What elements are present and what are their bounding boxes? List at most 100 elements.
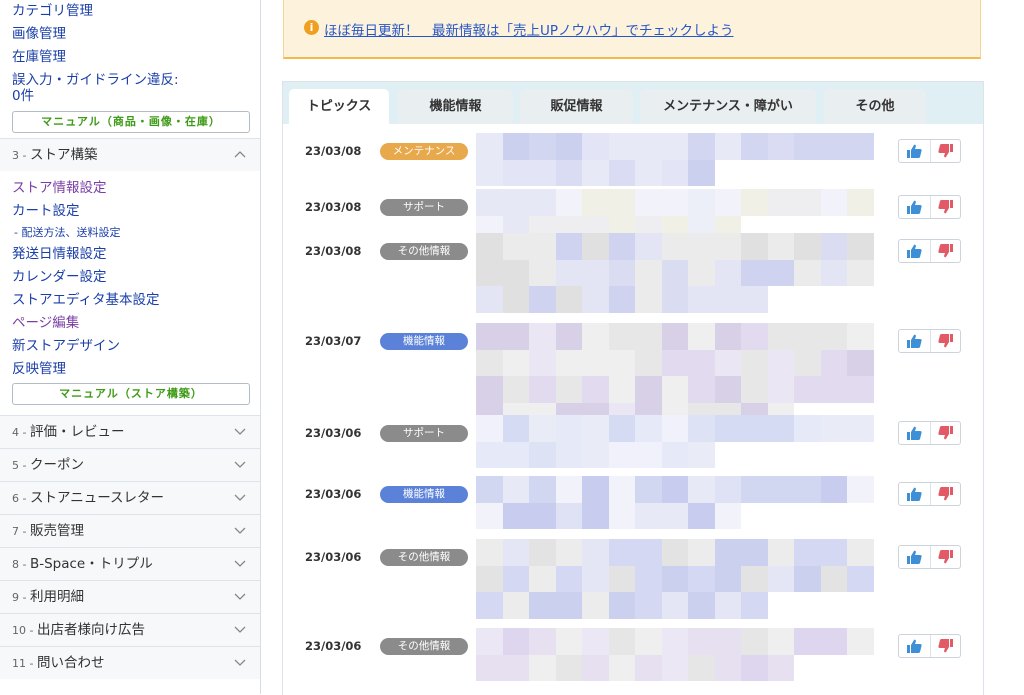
section-header[interactable]: 4 - 評価・レビュー [0,415,260,448]
redacted-pixel [608,133,635,160]
sidebar-item-category[interactable]: カテゴリ管理 [0,0,260,23]
section-label: ストア構築 [29,147,98,163]
redacted-pixel [502,592,529,619]
chevron-down-icon [234,416,248,448]
redacted-pixel [661,502,688,529]
tab-maintenance[interactable]: メンテナンス・障がい [640,89,816,124]
thumbs-up-button[interactable] [899,546,931,568]
redacted-pixel [714,259,741,286]
redacted-pixel [502,376,529,403]
vote-buttons [898,545,961,569]
redacted-pixel [767,415,794,442]
redacted-pixel [635,502,662,529]
redacted-pixel [688,415,715,442]
manual-product-button[interactable]: マニュアル（商品・画像・在庫） [12,111,250,133]
thumbs-up-icon [907,639,922,653]
info-icon: i [304,20,319,35]
redacted-pixel [529,259,556,286]
redacted-pixel [555,441,582,468]
redacted-pixel [476,349,503,376]
sidebar-item-reflect[interactable]: 反映管理 [0,358,260,381]
notice-link[interactable]: ほぼ毎日更新！ 最新情報は「売上UPノウハウ」でチェックしよう [324,19,734,39]
manual-store-button[interactable]: マニュアル（ストア構築） [12,383,250,405]
redacted-pixel [582,189,609,216]
thumbs-down-button[interactable] [930,196,961,218]
redacted-pixel [476,286,503,313]
section-header[interactable]: 5 - クーポン [0,448,260,481]
sidebar-item-ship-date[interactable]: 発送日情報設定 [0,243,260,266]
section-header[interactable]: 9 - 利用明細 [0,580,260,613]
thumbs-down-button[interactable] [930,546,961,568]
section-header[interactable]: 10 - 出店者様向け広告 [0,613,260,646]
redacted-pixel [608,159,635,186]
redacted-pixel [794,415,821,442]
section-header-store[interactable]: 3 - ストア構築 [0,138,260,171]
tab-features[interactable]: 機能情報 [398,89,513,124]
redacted-pixel [502,159,529,186]
redacted-pixel [820,415,847,442]
redacted-pixel [714,565,741,592]
sidebar-item-calendar[interactable]: カレンダー設定 [0,266,260,289]
thumbs-down-button[interactable] [930,240,961,262]
thumbs-up-button[interactable] [899,240,931,262]
thumbs-up-button[interactable] [899,330,931,352]
category-badge: サポート [380,425,468,442]
redacted-pixel [714,654,741,681]
tab-other[interactable]: その他 [824,89,926,124]
redacted-pixel [688,592,715,619]
redacted-pixel [820,476,847,503]
section-header[interactable]: 6 - ストアニュースレター [0,481,260,514]
redacted-pixel [767,654,794,681]
redacted-pixel [635,592,662,619]
thumbs-up-icon [907,244,922,258]
sidebar-item-store-info[interactable]: ストア情報設定 [0,177,260,200]
tab-bar: トピックス 機能情報 販促情報 メンテナンス・障がい その他 [283,82,983,124]
thumbs-down-button[interactable] [930,422,961,444]
redacted-pixel [847,539,874,566]
sidebar-item-shipping[interactable]: - 配送方法、送料設定 [0,223,260,243]
redacted-pixel [476,441,503,468]
sidebar-item-images[interactable]: 画像管理 [0,23,260,46]
thumbs-up-icon [907,550,922,564]
redacted-pixel [608,323,635,350]
thumbs-down-button[interactable] [930,483,961,505]
sidebar-item-stock[interactable]: 在庫管理 [0,46,260,69]
redacted-pixel [502,259,529,286]
section-header[interactable]: 11 - 問い合わせ [0,646,260,679]
section-header[interactable]: 8 - B-Space・トリプル [0,547,260,580]
redacted-pixel [582,441,609,468]
redacted-pixel [688,189,715,216]
news-date: 23/03/06 [305,426,362,440]
sidebar-item-new-design[interactable]: 新ストアデザイン [0,335,260,358]
redacted-pixel [608,376,635,403]
thumbs-down-button[interactable] [930,140,961,162]
chevron-down-icon [234,647,248,679]
chevron-down-icon [234,548,248,580]
thumbs-up-button[interactable] [899,140,931,162]
thumbs-down-button[interactable] [930,635,961,657]
thumbs-up-button[interactable] [899,196,931,218]
sidebar-item-editor-settings[interactable]: ストアエディタ基本設定 [0,289,260,312]
section-header[interactable]: 7 - 販売管理 [0,514,260,547]
thumbs-up-button[interactable] [899,483,931,505]
vote-buttons [898,239,961,263]
thumbs-down-button[interactable] [930,330,961,352]
redacted-pixel [714,286,741,313]
redacted-pixel [476,415,503,442]
redacted-pixel [476,233,503,260]
redacted-pixel [555,159,582,186]
redacted-pixel [820,259,847,286]
sidebar-item-page-edit[interactable]: ページ編集 [0,312,260,335]
redacted-pixel [661,441,688,468]
redacted-pixel [794,539,821,566]
sidebar-item-violations[interactable]: 誤入力・ガイドライン違反: 0件 [0,69,260,107]
redacted-pixel [555,415,582,442]
thumbs-up-button[interactable] [899,422,931,444]
sidebar-item-cart[interactable]: カート設定 [0,200,260,223]
redacted-pixel [608,189,635,216]
thumbs-up-button[interactable] [899,635,931,657]
tab-topics[interactable]: トピックス [289,89,389,124]
news-date: 23/03/06 [305,639,362,653]
tab-promotion[interactable]: 販促情報 [520,89,633,124]
redacted-pixel [820,349,847,376]
